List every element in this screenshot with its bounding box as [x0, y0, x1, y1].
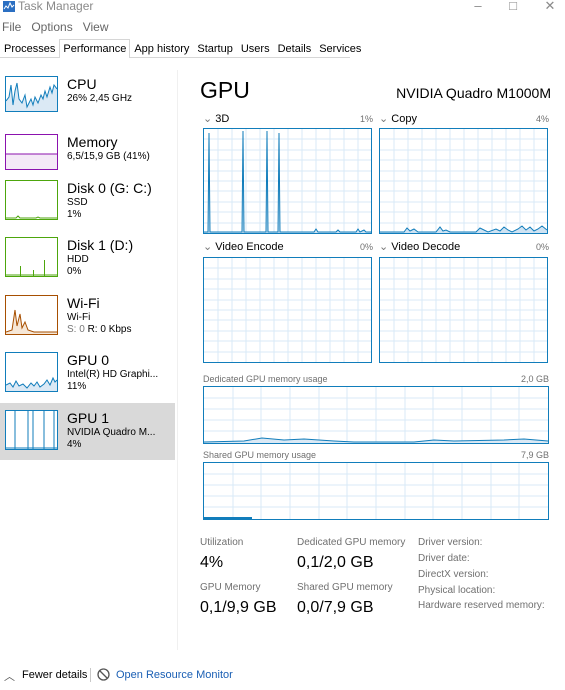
sidebar-item-detail: 26% 2,45 GHz [67, 93, 133, 104]
hardware-reserved-memory-label: Hardware reserved memory: [418, 600, 545, 611]
sidebar-item-detail: Wi-Fi [67, 312, 91, 323]
sidebar-item-detail: Intel(R) HD Graphi... [67, 369, 159, 380]
sidebar-item-label: GPU 1 [67, 410, 110, 426]
sidebar-item-value: 0% [67, 266, 82, 277]
sidebar-item-label: Memory [67, 134, 118, 150]
sidebar-item-label: Disk 1 (D:) [67, 237, 134, 253]
shared-gpu-memory-label: Shared GPU memory [297, 582, 393, 593]
cpu-thumbnail-graph [5, 76, 58, 112]
shared-gpu-memory-value: 0,0/7,9 GB [297, 599, 374, 616]
engine-percent: 0% [535, 242, 549, 252]
shared-memory-max: 7,9 GB [520, 450, 549, 460]
sidebar-item-label: CPU [67, 76, 97, 92]
engine-label: 3D [215, 113, 230, 125]
fewer-details-link[interactable]: Fewer details [22, 669, 87, 681]
sidebar-item-disk-1[interactable]: Disk 1 (D:) HDD 0% [0, 237, 175, 294]
sidebar-item-value: 4% [67, 439, 82, 450]
maximize-button[interactable]: □ [503, 0, 523, 14]
title-bar: Task Manager – □ ✕ [0, 0, 565, 18]
tab-performance[interactable]: Performance [59, 39, 131, 58]
close-button[interactable]: ✕ [540, 0, 560, 14]
tab-services[interactable]: Services [315, 39, 365, 57]
sidebar-item-detail: HDD [67, 254, 89, 265]
wifi-receive-label: R: 0 Kbps [87, 324, 132, 335]
chevron-up-icon[interactable]: ︿ [4, 668, 15, 684]
utilization-value: 4% [200, 554, 224, 571]
sidebar-item-detail: SSD [67, 197, 88, 208]
menu-bar: File Options View [0, 19, 117, 35]
sidebar-item-label: GPU 0 [67, 352, 110, 368]
sidebar-item-value: 11% [67, 381, 87, 392]
dedicated-memory-label: Dedicated GPU memory usage [203, 374, 328, 384]
engine-percent: 0% [359, 242, 373, 252]
sidebar-item-cpu[interactable]: CPU 26% 2,45 GHz [0, 70, 175, 127]
minimize-button[interactable]: – [468, 0, 488, 14]
sidebar-item-label: Wi-Fi [67, 295, 100, 311]
dedicated-gpu-memory-value: 0,1/2,0 GB [297, 554, 374, 571]
dedicated-memory-max: 2,0 GB [520, 374, 549, 384]
sidebar-item-value: 1% [67, 209, 82, 220]
utilization-label: Utilization [200, 537, 244, 548]
driver-version-label: Driver version: [418, 537, 483, 548]
engine-label: Copy [391, 113, 417, 125]
window-title: Task Manager [18, 0, 94, 13]
engine-selector-video-decode[interactable]: ⌄ Video Decode [379, 241, 460, 253]
engine-percent: 4% [535, 114, 549, 124]
sidebar-item-value: S: 0 R: 0 Kbps [67, 324, 132, 336]
menu-file[interactable]: File [0, 19, 23, 35]
sidebar-item-gpu-1[interactable]: GPU 1 NVIDIA Quadro M... 4% [0, 403, 175, 460]
tab-app-history[interactable]: App history [130, 39, 193, 57]
driver-date-label: Driver date: [418, 553, 470, 564]
wifi-send-label: S: 0 [67, 324, 88, 335]
resource-monitor-icon[interactable] [97, 668, 110, 681]
memory-thumbnail-graph [5, 134, 58, 170]
footer-bar: ︿ Fewer details Open Resource Monitor [0, 667, 565, 685]
engine-graph-3d [203, 128, 372, 234]
tab-processes[interactable]: Processes [0, 39, 59, 57]
tab-startup[interactable]: Startup [193, 39, 236, 57]
sidebar-item-wifi[interactable]: Wi-Fi Wi-Fi S: 0 R: 0 Kbps [0, 295, 175, 352]
engine-graph-copy [379, 128, 548, 234]
open-resource-monitor-link[interactable]: Open Resource Monitor [116, 669, 233, 681]
engine-selector-video-encode[interactable]: ⌄ Video Encode [203, 241, 284, 253]
menu-view[interactable]: View [81, 19, 111, 35]
wifi-thumbnail-graph [5, 295, 58, 335]
task-manager-icon [3, 1, 15, 12]
engine-graph-video-decode [379, 257, 548, 363]
gpu-1-thumbnail-graph [5, 410, 58, 450]
engine-label: Video Encode [215, 241, 284, 253]
directx-version-label: DirectX version: [418, 569, 489, 580]
menu-options[interactable]: Options [29, 19, 74, 35]
panel-divider [177, 70, 178, 650]
dedicated-gpu-memory-label: Dedicated GPU memory [297, 537, 406, 548]
tab-bar: Processes Performance App history Startu… [0, 39, 361, 58]
sidebar-item-memory[interactable]: Memory 6,5/15,9 GB (41%) [0, 128, 175, 185]
dedicated-memory-graph [203, 386, 549, 444]
sidebar-item-label: Disk 0 (G: C:) [67, 180, 152, 196]
tab-details[interactable]: Details [274, 39, 316, 57]
gpu-memory-label: GPU Memory [200, 582, 261, 593]
disk-1-thumbnail-graph [5, 237, 58, 277]
gpu-model-name: NVIDIA Quadro M1000M [396, 85, 551, 101]
gpu-memory-value: 0,1/9,9 GB [200, 599, 277, 616]
sidebar-item-detail: 6,5/15,9 GB (41%) [67, 151, 150, 162]
engine-selector-copy[interactable]: ⌄ Copy [379, 113, 417, 125]
physical-location-label: Physical location: [418, 585, 496, 596]
disk-0-thumbnail-graph [5, 180, 58, 220]
sidebar-item-disk-0[interactable]: Disk 0 (G: C:) SSD 1% [0, 180, 175, 237]
sidebar-item-gpu-0[interactable]: GPU 0 Intel(R) HD Graphi... 11% [0, 352, 175, 409]
engine-selector-3d[interactable]: ⌄ 3D [203, 113, 229, 125]
engine-graph-video-encode [203, 257, 372, 363]
footer-divider [90, 668, 91, 682]
gpu-0-thumbnail-graph [5, 352, 58, 392]
page-title: GPU [200, 77, 250, 103]
shared-memory-label: Shared GPU memory usage [203, 450, 317, 460]
shared-memory-graph [203, 462, 549, 520]
engine-percent: 1% [359, 114, 373, 124]
sidebar-item-detail: NVIDIA Quadro M... [67, 427, 156, 438]
tab-users[interactable]: Users [237, 39, 274, 57]
engine-label: Video Decode [391, 241, 461, 253]
